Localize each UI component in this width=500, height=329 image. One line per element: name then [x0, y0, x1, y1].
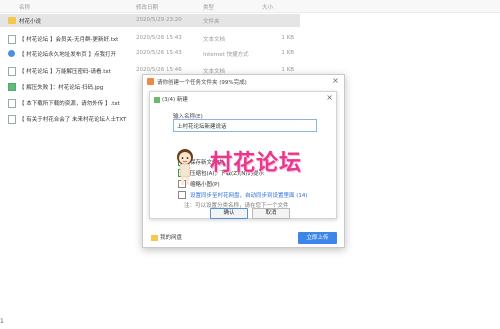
file-name: 【 村花论坛 】会员关-无月群-更新好.txt	[19, 37, 119, 43]
file-list-header: 名称 修改日期 类型 大小	[0, 0, 500, 13]
cancel-button[interactable]: 取消	[252, 208, 290, 219]
panel-close-icon[interactable]: ×	[326, 93, 333, 102]
cartoon-girl-logo	[177, 149, 193, 185]
column-size[interactable]: 大小	[262, 3, 273, 11]
file-name: 村花小说	[19, 19, 42, 25]
sync-link[interactable]: 设置同步至村花网盘，自动同步到设置里面 (14)	[190, 191, 308, 199]
folder-icon	[151, 234, 158, 241]
text-file-icon	[8, 99, 16, 108]
file-type: 文本文档	[203, 37, 226, 43]
file-date: 2020/5/29 23:20	[136, 17, 182, 23]
sync-checkbox[interactable]	[178, 191, 186, 199]
file-name: 【 本下载所下载的资源，请勿外传 】.txt	[19, 101, 120, 107]
column-date[interactable]: 修改日期	[136, 3, 158, 11]
target-path[interactable]: 我的网盘	[151, 233, 182, 241]
folder-icon	[8, 17, 16, 24]
panel-title: (3/4) 新建	[154, 95, 188, 103]
file-date: 2020/5/26 15:46	[136, 67, 182, 73]
column-type[interactable]: 类型	[203, 3, 214, 11]
link-icon	[8, 50, 15, 57]
file-size: 1 KB	[281, 67, 294, 73]
upload-button[interactable]: 立即上传	[298, 232, 337, 244]
file-type: 文件夹	[203, 19, 220, 25]
file-size: 1 KB	[281, 35, 294, 41]
close-icon[interactable]: ×	[330, 75, 341, 87]
file-name: 【 村花论坛永久地址发布页 】点我打开	[19, 52, 116, 58]
file-size: 1 KB	[281, 50, 294, 56]
folder-name-value: 上村花论坛新建说话	[177, 124, 227, 130]
folder-name-input[interactable]: 上村花论坛新建说话	[173, 119, 317, 132]
app-icon	[147, 78, 154, 85]
list-item[interactable]: 【 村花论坛永久地址发布页 】点我打开 2020/5/26 15:43 Inte…	[0, 47, 300, 60]
confirm-button[interactable]: 确认	[210, 208, 248, 219]
panel-title-text: (3/4) 新建	[162, 97, 188, 103]
folder-add-icon	[154, 96, 160, 103]
status-count: 1	[0, 318, 4, 325]
watermark-text: 村花论坛	[210, 151, 303, 176]
file-name: 【 有关于村花合会了 未来村花论坛人士TXT	[19, 117, 127, 123]
image-file-icon	[8, 83, 16, 91]
file-type: Internet 快捷方式	[203, 52, 249, 58]
file-name: 【 村花论坛 】万能解压密码-请看.txt	[19, 69, 111, 75]
text-file-icon	[8, 115, 16, 124]
target-path-label: 我的网盘	[160, 235, 183, 241]
text-file-icon	[8, 35, 16, 44]
text-file-icon	[8, 67, 16, 76]
list-item[interactable]: 【 村花论坛 】会员关-无月群-更新好.txt 2020/5/26 15:43 …	[0, 32, 300, 45]
file-name: 【 解压失败 】：村花论坛·扫码.jpg	[19, 85, 104, 91]
dialog-title: 请你创建一个任务文件夹 (99%完成)	[157, 80, 247, 86]
file-date: 2020/5/26 15:43	[136, 50, 182, 56]
list-item[interactable]: 村花小说 2020/5/29 23:20 文件夹	[0, 14, 300, 27]
dialog-titlebar[interactable]: 请你创建一个任务文件夹 (99%完成) ×	[143, 75, 344, 88]
column-name[interactable]: 名称	[19, 3, 30, 11]
file-date: 2020/5/26 15:43	[136, 35, 182, 41]
